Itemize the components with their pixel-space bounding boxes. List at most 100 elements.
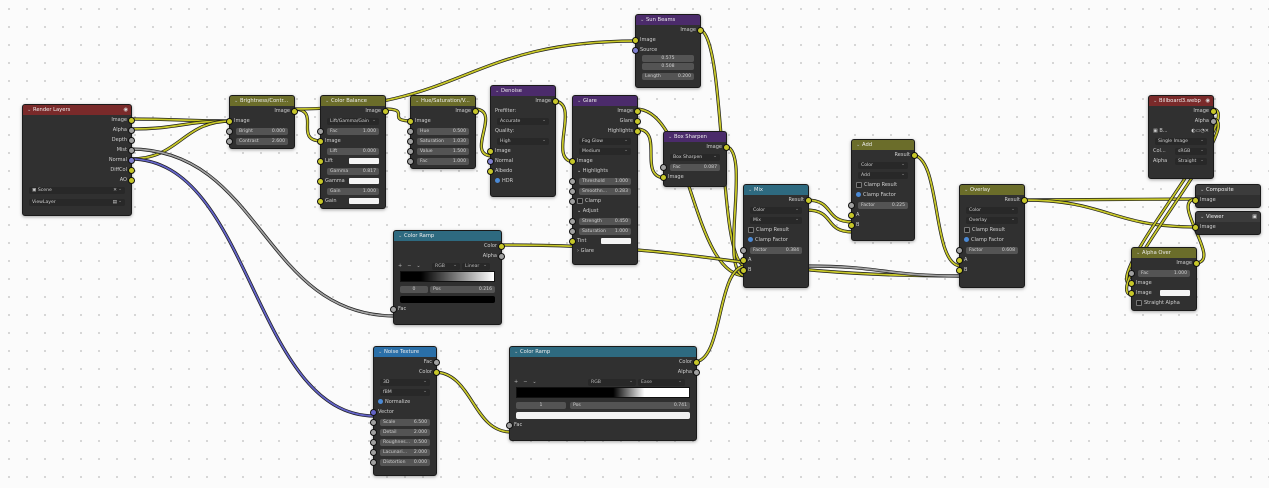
node-mix[interactable]: ⌄Mix Result Color Mix Clamp Result Clamp…: [740, 184, 812, 288]
factor-field[interactable]: Factor 0.608: [966, 246, 1018, 254]
lift-color-swatch[interactable]: [349, 158, 379, 164]
input-socket[interactable]: [569, 188, 576, 195]
node-link[interactable]: [805, 209, 854, 233]
node-viewer[interactable]: ⌄ Viewer ▣ Image: [1192, 211, 1261, 235]
ramp-gradient[interactable]: [516, 387, 690, 398]
blend-mode-dropdown[interactable]: Overlay: [966, 216, 1018, 224]
input-socket[interactable]: [487, 168, 494, 175]
hdr-checkbox[interactable]: [495, 178, 500, 183]
gamma-field[interactable]: Gamma 0.817: [327, 167, 379, 175]
output-socket[interactable]: [472, 108, 479, 115]
node-link[interactable]: [129, 118, 233, 122]
input-socket[interactable]: [569, 198, 576, 205]
node-header[interactable]: ⌄ Sun Beams: [636, 15, 700, 25]
input-socket[interactable]: [632, 47, 639, 54]
stop-index-field[interactable]: 1: [516, 401, 566, 409]
input-socket[interactable]: [407, 148, 414, 155]
output-socket[interactable]: [128, 157, 135, 164]
clamp-checkbox[interactable]: [577, 197, 583, 204]
clamp-factor-checkbox[interactable]: [748, 237, 753, 242]
input-socket[interactable]: [1192, 224, 1199, 231]
ramp-menu-button[interactable]: ⌄: [416, 263, 420, 269]
glare-type-dropdown[interactable]: Fog Glow: [579, 137, 631, 145]
node-header[interactable]: ⌄ Alpha Over: [1132, 248, 1196, 258]
clamp-factor-checkbox[interactable]: [964, 237, 969, 242]
node-header[interactable]: ⌄ Glare: [573, 96, 637, 106]
input-socket[interactable]: [569, 238, 576, 245]
tint-color-swatch[interactable]: [601, 238, 631, 244]
add-stop-button[interactable]: +: [398, 263, 402, 269]
output-socket[interactable]: [911, 152, 918, 159]
node-header[interactable]: ⌄ Mix: [744, 185, 808, 195]
input-socket[interactable]: [407, 138, 414, 145]
input-socket[interactable]: [848, 222, 855, 229]
output-socket[interactable]: [128, 147, 135, 154]
input-socket[interactable]: [317, 198, 324, 205]
source-dropdown[interactable]: Single Image: [1155, 137, 1207, 145]
node-header[interactable]: ⌄ Color Ramp: [510, 347, 696, 357]
lacunarity-field[interactable]: Lacunari... 2.000: [380, 448, 430, 456]
node-sun-beams[interactable]: ⌄ Sun Beams Image Image Source 0.575 0.50…: [632, 14, 704, 88]
input-socket[interactable]: [740, 257, 747, 264]
input-socket[interactable]: [1128, 280, 1135, 287]
node-link[interactable]: [911, 154, 962, 267]
node-header[interactable]: ⌄ Denoise: [491, 86, 555, 96]
colorspace-dropdown[interactable]: sRGB: [1175, 147, 1207, 155]
output-socket[interactable]: [805, 197, 812, 204]
input-socket[interactable]: [370, 419, 377, 426]
fac-field[interactable]: Fac 1.000: [327, 127, 379, 135]
input-socket[interactable]: [1192, 197, 1199, 204]
stop-color-swatch[interactable]: [516, 411, 690, 419]
source-x-field[interactable]: 0.575: [642, 55, 694, 62]
output-socket[interactable]: [498, 253, 505, 260]
node-box-sharpen[interactable]: ⌄Box Sharpen Image Box Sharpen Fac0.087 …: [660, 131, 730, 187]
image-color-swatch[interactable]: [1160, 290, 1190, 296]
input-socket[interactable]: [390, 306, 397, 313]
output-socket[interactable]: [634, 108, 641, 115]
scale-field[interactable]: Scale 6.500: [380, 418, 430, 426]
saturation-field[interactable]: Saturation 1.030: [417, 137, 469, 145]
input-socket[interactable]: [740, 247, 747, 254]
output-socket[interactable]: [697, 27, 704, 34]
input-socket[interactable]: [407, 118, 414, 125]
input-socket[interactable]: [740, 267, 747, 274]
node-brightness-contrast[interactable]: ⌄ Brightness/Contr... Image Image Bright 0…: [226, 95, 298, 149]
input-socket[interactable]: [956, 267, 963, 274]
output-socket[interactable]: [128, 137, 135, 144]
node-header[interactable]: ⌄ Noise Texture: [374, 347, 436, 357]
output-socket[interactable]: [693, 369, 700, 376]
image-name[interactable]: B...: [1159, 128, 1167, 134]
clamp-result-checkbox[interactable]: [856, 181, 862, 188]
interpolation-dropdown[interactable]: Ease: [638, 378, 685, 386]
input-socket[interactable]: [660, 174, 667, 181]
smoothness-field[interactable]: Smoothn... 0.283: [579, 187, 631, 195]
input-socket[interactable]: [317, 138, 324, 145]
node-hue-saturation[interactable]: ⌄ Hue/Saturation/V... Image Image Hue 0.50…: [407, 95, 479, 169]
node-link[interactable]: [1021, 198, 1198, 201]
input-socket[interactable]: [1128, 290, 1135, 297]
input-socket[interactable]: [407, 128, 414, 135]
fac-field[interactable]: Fac 1.000: [417, 157, 469, 165]
color-mode-dropdown[interactable]: RGB: [588, 378, 636, 386]
node-color-ramp-1[interactable]: ⌄Color Ramp Color Alpha +−⌄ RGB Linear 0…: [390, 230, 505, 325]
output-socket[interactable]: [433, 359, 440, 366]
node-link[interactable]: [433, 371, 512, 433]
roughness-field[interactable]: Roughnes... 0.500: [380, 438, 430, 446]
input-socket[interactable]: [370, 459, 377, 466]
remove-stop-button[interactable]: −: [523, 379, 527, 385]
fac-field[interactable]: Fac 1.000: [1138, 269, 1190, 277]
node-composite[interactable]: ⌄ Composite Image: [1192, 184, 1261, 208]
glare-quality-dropdown[interactable]: Medium: [579, 147, 631, 155]
node-header[interactable]: ⌄ Render Layers ◉: [23, 105, 131, 115]
straight-alpha-checkbox[interactable]: [1136, 299, 1142, 306]
noise-type-dropdown[interactable]: fBM: [380, 388, 430, 396]
lift-field[interactable]: Lift 0.000: [327, 147, 379, 155]
input-socket[interactable]: [848, 202, 855, 209]
output-socket[interactable]: [634, 118, 641, 125]
input-socket[interactable]: [569, 218, 576, 225]
color-mode-dropdown[interactable]: RGB: [432, 262, 460, 270]
node-link[interactable]: [1021, 199, 1198, 228]
stop-position-field[interactable]: Pos 0.216: [430, 285, 495, 293]
node-color-balance[interactable]: ⌄Color Balance Image Lift/Gamma/Gain Fac…: [317, 95, 389, 209]
node-header[interactable]: ⌄ Color Ramp: [394, 231, 501, 241]
